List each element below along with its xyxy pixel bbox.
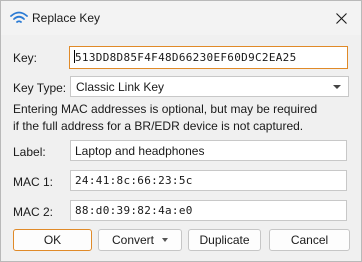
duplicate-button-label: Duplicate (199, 233, 250, 247)
info-line-1: Entering MAC addresses is optional, but … (13, 102, 318, 116)
key-label: Key: (13, 51, 38, 65)
key-input-value: 513DD8D85F4F48D66230EF60D9C2EA25 (75, 51, 297, 64)
dropdown-arrow-icon (162, 238, 169, 242)
info-line-2: if the full address for a BR/EDR device … (13, 119, 304, 133)
window-title: Replace Key (32, 11, 101, 25)
duplicate-button[interactable]: Duplicate (188, 229, 261, 251)
label-input[interactable]: Laptop and headphones (70, 140, 347, 161)
key-type-label: Key Type: (13, 81, 67, 95)
convert-button-label: Convert (111, 233, 155, 247)
mac-info-text: Entering MAC addresses is optional, but … (13, 101, 353, 135)
key-type-select[interactable]: Classic Link Key (70, 76, 349, 97)
mac2-input-value: 88:d0:39:82:4a:e0 (75, 204, 193, 217)
convert-button[interactable]: Convert (98, 229, 182, 251)
mac1-input-value: 24:41:8c:66:23:5c (75, 174, 193, 187)
key-type-selected-value: Classic Link Key (76, 80, 165, 94)
mac2-label: MAC 2: (13, 205, 54, 219)
mac1-label: MAC 1: (13, 175, 54, 189)
close-icon (335, 12, 347, 24)
title-bar: Replace Key (1, 1, 361, 35)
mac1-input[interactable]: 24:41:8c:66:23:5c (70, 170, 347, 191)
ok-button-label: OK (43, 233, 62, 247)
replace-key-dialog: Replace Key Key: 513DD8D85F4F48D66230EF6… (0, 0, 362, 262)
mac2-input[interactable]: 88:d0:39:82:4a:e0 (70, 200, 347, 221)
cancel-button[interactable]: Cancel (269, 229, 350, 251)
key-input[interactable]: 513DD8D85F4F48D66230EF60D9C2EA25 (69, 46, 348, 69)
cancel-button-label: Cancel (290, 233, 329, 247)
close-button[interactable] (327, 5, 355, 31)
ok-button[interactable]: OK (13, 229, 92, 251)
label-field-label: Label: (13, 145, 46, 159)
wifi-icon (10, 11, 28, 23)
label-input-value: Laptop and headphones (75, 144, 205, 158)
chevron-down-icon (333, 85, 341, 89)
